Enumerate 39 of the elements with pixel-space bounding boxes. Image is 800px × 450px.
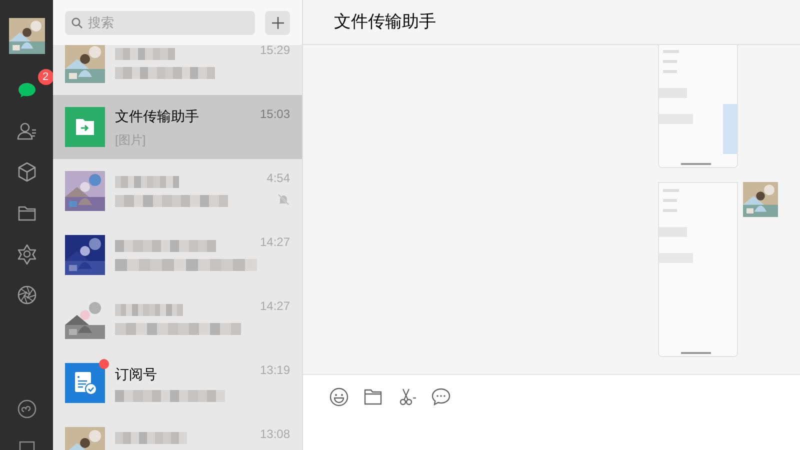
aperture-icon	[16, 284, 38, 306]
cube-icon	[16, 161, 38, 183]
circle-link-icon	[16, 398, 38, 420]
chat-list-item[interactable]: 13:08	[53, 415, 302, 450]
contacts-icon	[16, 120, 38, 142]
chat-list-item[interactable]: 14:27	[53, 287, 302, 351]
chat-name: 订阅号	[115, 364, 158, 382]
redacted-text	[115, 176, 179, 188]
emoji-icon	[329, 387, 349, 407]
chat-list-item[interactable]: 14:27	[53, 223, 302, 287]
folder-icon	[363, 387, 383, 407]
search-field[interactable]: 搜索	[65, 10, 255, 34]
add-button[interactable]	[265, 10, 290, 34]
speech-bubble-icon	[431, 387, 451, 407]
toolbar-button[interactable]	[363, 387, 383, 407]
toolbar-button[interactable]	[397, 387, 417, 407]
document-check-icon	[65, 363, 105, 403]
chat-list-item[interactable]: 4:54	[53, 159, 302, 223]
scissors-icon	[397, 387, 417, 407]
search-icon	[71, 16, 83, 28]
redacted-text	[115, 48, 175, 60]
timestamp: 15:03	[260, 107, 290, 121]
toolbar-button[interactable]	[329, 387, 349, 407]
unread-badge: 2	[38, 69, 53, 85]
redacted-text	[115, 304, 183, 316]
chat-list-item[interactable]: 订阅号 13:19	[53, 351, 302, 415]
timestamp: 15:29	[260, 45, 290, 57]
redacted-text	[115, 432, 187, 444]
timestamp: 14:27	[260, 299, 290, 313]
plus-icon	[272, 16, 284, 28]
timestamp: 4:54	[266, 171, 290, 185]
timestamp: 14:27	[260, 235, 290, 249]
chat-title: 文件传输助手	[334, 11, 436, 34]
timestamp: 13:19	[260, 363, 290, 377]
file-transfer-icon	[65, 107, 105, 147]
chat-name: 文件传输助手	[115, 106, 200, 124]
timestamp: 13:08	[260, 427, 290, 441]
chat-list-item[interactable]: 15:29	[53, 45, 302, 95]
toolbar-button[interactable]	[431, 387, 451, 407]
